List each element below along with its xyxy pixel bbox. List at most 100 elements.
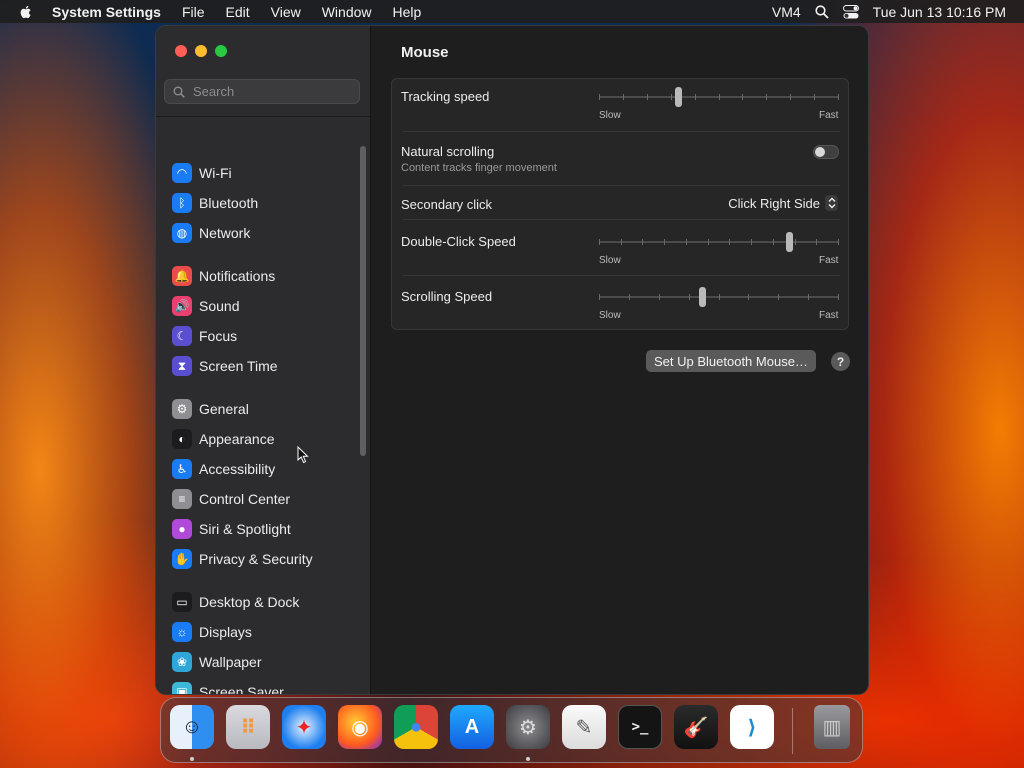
trash-icon[interactable]: ▥ (814, 705, 850, 749)
tracking-speed-slider[interactable] (599, 87, 839, 107)
sidebar-item-privacy-security[interactable]: ✋ Privacy & Security (172, 547, 313, 571)
zoom-button[interactable] (215, 45, 227, 57)
menu-window[interactable]: Window (322, 4, 372, 20)
firefox-icon[interactable]: ◉ (338, 705, 382, 749)
textedit-icon[interactable]: ✎ (562, 705, 606, 749)
sidebar-item-screen-saver[interactable]: ▣ Screen Saver (172, 680, 284, 694)
slider-tick (664, 239, 666, 245)
slider-tick (814, 94, 816, 100)
finder-icon[interactable]: ☺ (170, 705, 214, 749)
sidebar-item-label: Accessibility (199, 461, 276, 477)
slider-tick (688, 294, 690, 300)
slider-tick (838, 294, 839, 300)
sidebar: ◠ Wi-Fi ᛒ Bluetooth ◍ Network 🔔 Notifications 🔊 S… (156, 26, 371, 694)
help-button[interactable]: ? (831, 352, 850, 371)
sidebar-item-displays[interactable]: ☼ Displays (172, 620, 252, 644)
chrome-icon[interactable]: ● (394, 705, 438, 749)
safari-icon[interactable]: ✦ (282, 705, 326, 749)
sidebar-item-accessibility[interactable]: ♿ Accessibility (172, 457, 275, 481)
sidebar-item-appearance[interactable]: ◐ Appearance (172, 427, 275, 451)
sidebar-scrollbar[interactable] (360, 146, 366, 456)
sun-icon: ☼ (172, 622, 192, 642)
page-title: Mouse (401, 44, 449, 61)
system-settings-window: ◠ Wi-Fi ᛒ Bluetooth ◍ Network 🔔 Notifications 🔊 S… (155, 25, 869, 695)
sidebar-item-wallpaper[interactable]: ❀ Wallpaper (172, 650, 262, 674)
slider-tick (599, 239, 600, 245)
scrolling-speed-slider[interactable] (599, 287, 839, 307)
sidebar-item-desktop-dock[interactable]: ▭ Desktop & Dock (172, 590, 299, 614)
double-click-speed-slider[interactable] (599, 232, 839, 252)
slider-tick (622, 94, 624, 100)
terminal-icon[interactable]: >_ (618, 705, 662, 749)
apple-icon[interactable] (18, 4, 34, 20)
sidebar-item-focus[interactable]: ☾ Focus (172, 324, 237, 348)
hourglass-icon: ⧗ (172, 356, 192, 376)
sidebar-item-siri-spotlight[interactable]: ● Siri & Spotlight (172, 517, 291, 541)
sidebar-item-label: Siri & Spotlight (199, 521, 291, 537)
sidebar-item-network[interactable]: ◍ Network (172, 221, 250, 245)
sidebar-item-wi-fi[interactable]: ◠ Wi-Fi (172, 161, 232, 185)
scrolling-speed-label: Scrolling Speed (401, 289, 493, 304)
slider-tick (748, 294, 750, 300)
search-icon (173, 86, 185, 98)
slider-tick (790, 94, 792, 100)
slider-knob[interactable] (699, 287, 707, 307)
sidebar-item-bluetooth[interactable]: ᛒ Bluetooth (172, 191, 258, 215)
scrolling-speed-min-label: Slow (599, 310, 621, 321)
slider-tick (742, 94, 744, 100)
slider-tick (707, 239, 709, 245)
toggles-icon: ≡ (172, 489, 192, 509)
control-center-icon[interactable] (842, 4, 859, 19)
accessibility-icon: ♿ (172, 459, 192, 479)
sidebar-item-label: Network (199, 225, 251, 241)
menu-help[interactable]: Help (393, 4, 422, 20)
system-settings-icon[interactable]: ⚙ (506, 705, 550, 749)
status-vm[interactable]: VM4 (772, 4, 801, 20)
slider-tick (620, 239, 622, 245)
siri-icon: ● (172, 519, 192, 539)
chevron-updown-icon (825, 195, 838, 211)
menu-edit[interactable]: Edit (226, 4, 250, 20)
hand-icon: ✋ (172, 549, 192, 569)
slider-knob[interactable] (785, 232, 793, 252)
menu-app-name[interactable]: System Settings (52, 4, 161, 20)
secondary-click-label: Secondary click (401, 197, 493, 212)
close-button[interactable] (175, 45, 187, 57)
menu-clock[interactable]: Tue Jun 13 10:16 PM (873, 4, 1006, 20)
sidebar-list: ◠ Wi-Fi ᛒ Bluetooth ◍ Network 🔔 Notifications 🔊 S… (156, 116, 356, 694)
search-input[interactable] (191, 83, 355, 100)
app-store-icon[interactable]: A (450, 705, 494, 749)
slider-tick (670, 94, 672, 100)
sidebar-item-sound[interactable]: 🔊 Sound (172, 294, 239, 318)
minimize-button[interactable] (195, 45, 207, 57)
sidebar-item-control-center[interactable]: ≡ Control Center (172, 487, 290, 511)
sidebar-item-label: Screen Time (199, 358, 278, 374)
sidebar-item-screen-time[interactable]: ⧗ Screen Time (172, 354, 278, 378)
dock-icon: ▭ (172, 592, 192, 612)
slider-tick (794, 239, 796, 245)
slider-tick (642, 239, 644, 245)
slider-knob[interactable] (675, 87, 683, 107)
secondary-click-select[interactable]: Click Right Side (728, 195, 838, 211)
bluetooth-icon: ᛒ (172, 193, 192, 213)
menu-view[interactable]: View (271, 4, 301, 20)
flower-icon: ❀ (172, 652, 192, 672)
toggle-knob (815, 147, 825, 157)
search-field[interactable] (164, 79, 360, 104)
setup-bluetooth-mouse-button[interactable]: Set Up Bluetooth Mouse… (646, 350, 816, 372)
vscode-icon[interactable]: ⟩ (730, 705, 774, 749)
menu-file[interactable]: File (182, 4, 205, 20)
running-indicator (190, 757, 194, 761)
launchpad-icon[interactable]: ⠿ (226, 705, 270, 749)
sidebar-item-notifications[interactable]: 🔔 Notifications (172, 264, 275, 288)
scrolling-speed-max-label: Fast (819, 310, 839, 321)
menu-bar: System Settings File Edit View Window He… (0, 0, 1024, 23)
moon-icon: ☾ (172, 326, 192, 346)
sidebar-item-general[interactable]: ⚙ General (172, 397, 249, 421)
slider-tick (658, 294, 660, 300)
dock-separator (792, 708, 793, 754)
garageband-icon[interactable]: 🎸 (674, 705, 718, 749)
natural-scrolling-toggle[interactable] (813, 145, 839, 159)
spotlight-search-icon[interactable] (815, 4, 829, 19)
secondary-click-value: Click Right Side (728, 195, 820, 211)
